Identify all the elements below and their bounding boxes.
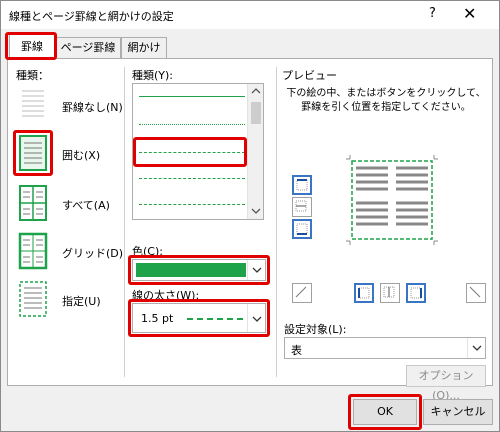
- borders-shading-dialog: 線種とページ罫線と網かけの設定 ? ✕ 罫線 ページ罫線 網かけ 種類： 罫線な…: [0, 0, 500, 432]
- border-top-icon: [296, 179, 308, 191]
- setting-grid-label: グリッド(D): [62, 247, 124, 260]
- setting-custom-label: 指定(U): [62, 295, 101, 308]
- apply-to-heading: 設定対象(L):: [284, 323, 347, 336]
- border-inside-vertical-icon: [383, 286, 395, 298]
- diagonal-up-button[interactable]: [466, 283, 486, 303]
- color-highlight: [128, 255, 270, 285]
- border-inside-v-button[interactable]: [380, 283, 400, 303]
- setting-all[interactable]: すべて(A): [16, 183, 126, 227]
- diagonal-up-icon: [295, 286, 307, 298]
- setting-grid[interactable]: グリッド(D): [16, 231, 126, 275]
- border-none-icon: [22, 90, 44, 117]
- chevron-down-icon: [467, 338, 485, 358]
- diagonal-down-button[interactable]: [292, 283, 312, 303]
- border-bottom-icon: [296, 223, 308, 235]
- diagonal-down-icon: [469, 286, 481, 298]
- apply-to-dropdown[interactable]: 表: [284, 337, 486, 359]
- separator-right: [276, 67, 277, 377]
- border-right-button[interactable]: [406, 283, 426, 303]
- line-style-scrollbar[interactable]: [247, 84, 263, 219]
- setting-heading: 種類：: [16, 69, 49, 82]
- ok-highlight: [348, 394, 422, 430]
- tab-page-border[interactable]: ページ罫線: [55, 37, 121, 59]
- line-style-dash-dot[interactable]: [139, 204, 245, 205]
- options-button[interactable]: オプション(O)...: [406, 365, 486, 402]
- line-style-dotted[interactable]: [139, 124, 245, 125]
- setting-all-label: すべて(A): [62, 199, 110, 212]
- preview-diagram: [346, 155, 438, 245]
- apply-to-value: 表: [291, 344, 302, 357]
- scrollbar-arrows-icon: [251, 88, 261, 214]
- setting-box-label: 囲む(X): [62, 149, 101, 162]
- border-grid-icon: [18, 232, 48, 270]
- border-inside-horizontal-icon: [295, 200, 307, 212]
- border-all-icon: [19, 185, 47, 221]
- border-left-button[interactable]: [354, 283, 374, 303]
- close-button[interactable]: ✕: [463, 4, 476, 23]
- style-heading: 種類(Y):: [132, 69, 174, 82]
- preview-heading: プレビュー: [282, 69, 337, 82]
- border-top-button[interactable]: [292, 175, 312, 195]
- title-bar: 線種とページ罫線と網かけの設定 ? ✕: [1, 1, 499, 29]
- separator-left: [124, 67, 125, 377]
- tab-bar: 罫線 ページ罫線 網かけ: [1, 29, 499, 60]
- dialog-title: 線種とページ罫線と網かけの設定: [9, 10, 174, 23]
- setting-box-highlight: [13, 130, 53, 176]
- line-style-solid[interactable]: [139, 96, 245, 97]
- width-highlight: [128, 299, 270, 337]
- help-button[interactable]: ?: [429, 6, 436, 21]
- setting-custom[interactable]: 指定(U): [16, 279, 126, 323]
- tab-page-border-label: ページ罫線: [60, 41, 116, 54]
- border-right-icon: [410, 287, 422, 299]
- tab-panel: 種類： 罫線なし(N) 囲む(X) すべて(A) グリッド(D) 指定(U) 種…: [7, 58, 493, 402]
- preview-instruction: 下の絵の中、またはボタンをクリックして、罫線を引く位置を指定してください。: [286, 88, 486, 113]
- preview-canvas[interactable]: [344, 153, 440, 247]
- border-left-icon: [358, 287, 370, 299]
- tab-highlight-box: [5, 32, 57, 60]
- tab-shading[interactable]: 網かけ: [121, 37, 167, 59]
- setting-none-label: 罫線なし(N): [62, 101, 123, 114]
- border-inside-h-button[interactable]: [292, 197, 312, 217]
- border-bottom-button[interactable]: [292, 219, 312, 239]
- cancel-button[interactable]: キャンセル: [423, 399, 493, 425]
- line-style-dashed[interactable]: [139, 178, 245, 179]
- line-style-highlight: [133, 137, 247, 167]
- border-custom-icon: [19, 281, 47, 317]
- tab-shading-label: 網かけ: [127, 41, 161, 54]
- setting-none[interactable]: 罫線なし(N): [16, 85, 126, 129]
